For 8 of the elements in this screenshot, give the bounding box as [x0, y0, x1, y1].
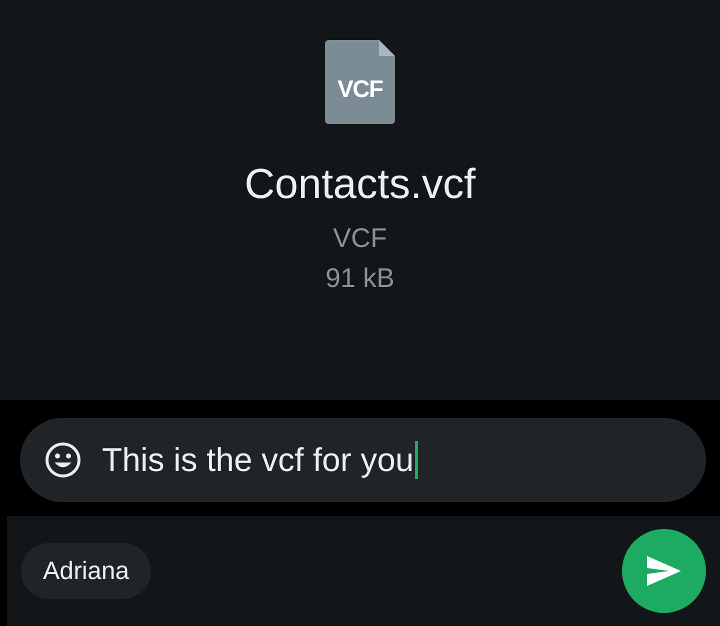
emoji-icon[interactable]	[44, 441, 82, 479]
send-icon	[647, 556, 681, 586]
file-size: 91 kB	[325, 262, 395, 295]
caption-field[interactable]: This is the vcf for you	[20, 418, 706, 502]
file-type: VCF	[333, 222, 387, 255]
file-icon: VCF	[325, 40, 395, 124]
file-name: Contacts.vcf	[244, 160, 476, 208]
recipient-chip[interactable]: Adriana	[21, 543, 152, 599]
